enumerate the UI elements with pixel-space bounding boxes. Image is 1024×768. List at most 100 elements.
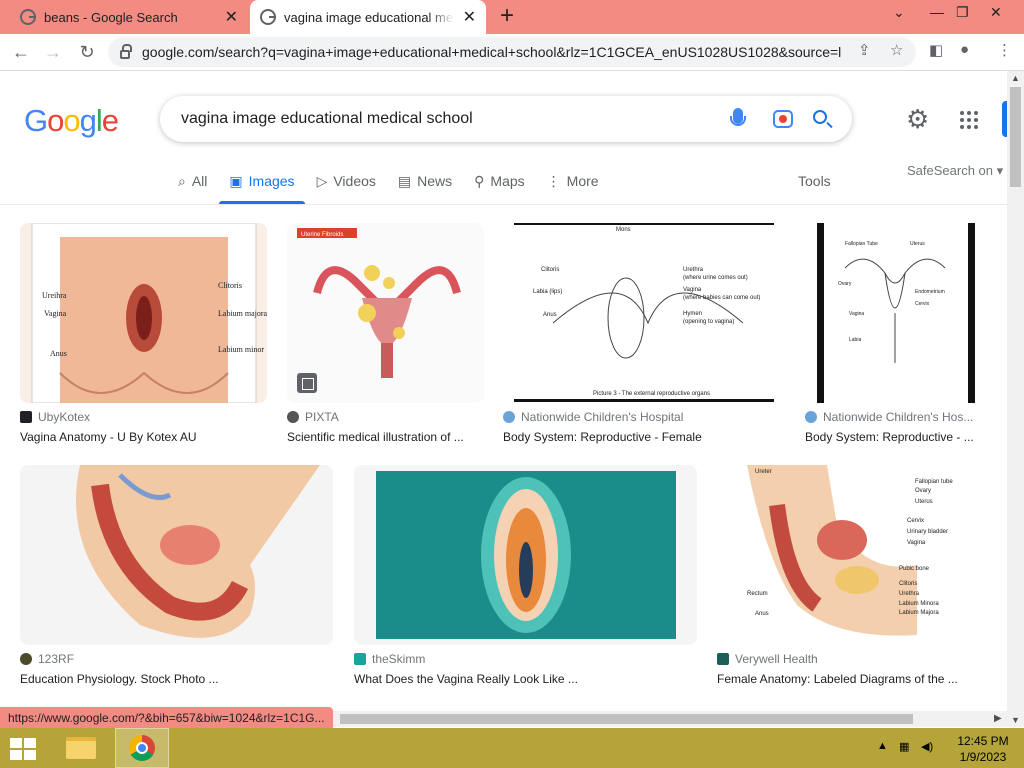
tab-all[interactable]: ⌕ All <box>178 166 207 196</box>
reload-icon[interactable]: ↻ <box>76 41 98 63</box>
svg-text:Vagina: Vagina <box>683 287 702 293</box>
windows-start-icon[interactable] <box>10 738 38 760</box>
svg-text:Labium Minora: Labium Minora <box>899 601 939 607</box>
browser-tab-beans[interactable]: beans - Google Search ✕ <box>10 0 248 34</box>
tools-button[interactable]: Tools <box>798 173 831 189</box>
image-result[interactable]: theSkimm What Does the Vagina Really Loo… <box>354 465 697 690</box>
result-caption[interactable]: Body System: Reproductive - ... <box>805 430 987 444</box>
svg-text:Uterus: Uterus <box>915 499 933 505</box>
svg-text:Mons: Mons <box>616 227 631 233</box>
image-result[interactable]: Ureihra Clitoris Vagina Labium majora La… <box>20 223 267 448</box>
image-result[interactable]: Ureter Fallopian tube Ovary Uterus Cervi… <box>717 465 987 690</box>
tab-videos[interactable]: ▷ Videos <box>317 166 376 196</box>
tab-search-chevron-icon[interactable]: ⌄ <box>893 4 905 21</box>
result-source[interactable]: theSkimm <box>354 652 425 666</box>
share-icon[interactable]: ⇪ <box>858 41 871 59</box>
svg-text:Cervix: Cervix <box>915 301 930 307</box>
restore-icon[interactable]: ❐ <box>956 4 969 21</box>
scroll-down-arrow-icon[interactable]: ▼ <box>1011 715 1020 725</box>
svg-text:Urinary bladder: Urinary bladder <box>907 529 948 535</box>
result-source[interactable]: Verywell Health <box>717 652 818 666</box>
result-thumbnail[interactable]: Fallopian Tube Uterus Ovary Endometrium … <box>805 223 987 403</box>
svg-text:Ureihra: Ureihra <box>42 291 67 300</box>
back-arrow-icon[interactable]: ← <box>10 41 32 63</box>
result-caption[interactable]: Education Physiology. Stock Photo ... <box>20 672 333 686</box>
result-caption[interactable]: What Does the Vagina Really Look Like ..… <box>354 672 697 686</box>
result-caption[interactable]: Vagina Anatomy - U By Kotex AU <box>20 430 267 444</box>
vertical-scrollbar[interactable]: ▲ ▼ <box>1007 71 1024 727</box>
result-thumbnail[interactable]: Mons Clitoris Labia (lips) Anus Urethra … <box>503 223 785 403</box>
svg-text:Cervix: Cervix <box>907 518 924 524</box>
system-clock[interactable]: 12:45 PM 1/9/2023 <box>948 733 1018 765</box>
horizontal-scroll-thumb[interactable] <box>340 714 913 724</box>
internal-anatomy-drawing: Fallopian Tube Uterus Ovary Endometrium … <box>817 223 975 403</box>
svg-text:Urethra: Urethra <box>683 267 704 273</box>
result-source[interactable]: UbyKotex <box>20 410 90 424</box>
image-result[interactable]: Fallopian Tube Uterus Ovary Endometrium … <box>805 223 987 448</box>
result-thumbnail[interactable]: Ureter Fallopian tube Ovary Uterus Cervi… <box>717 465 987 645</box>
tab-images[interactable]: ▣ Images <box>219 166 305 204</box>
network-icon[interactable]: ▦ <box>899 740 909 753</box>
tab-more[interactable]: ⋮ More <box>547 166 599 196</box>
more-vert-icon: ⋮ <box>546 172 561 189</box>
chrome-taskbar-button[interactable] <box>115 728 169 768</box>
search-query-text: vagina image educational medical school <box>181 110 473 127</box>
address-bar[interactable]: google.com/search?q=vagina+image+educati… <box>108 37 916 67</box>
result-source[interactable]: Nationwide Children's Hos... <box>805 410 973 424</box>
result-source[interactable]: 123RF <box>20 652 74 666</box>
svg-text:Endometrium: Endometrium <box>915 289 945 295</box>
new-tab-button[interactable]: + <box>500 4 514 28</box>
google-logo[interactable]: Google <box>24 103 119 139</box>
windows-taskbar: ▲ ▦ ◀) 12:45 PM 1/9/2023 <box>0 728 1024 768</box>
site-favicon-icon <box>503 411 515 423</box>
svg-text:(opening to vagina): (opening to vagina) <box>683 319 734 325</box>
side-panel-icon[interactable]: ◧ <box>929 41 943 59</box>
image-result[interactable]: Mons Clitoris Labia (lips) Anus Urethra … <box>503 223 785 448</box>
browser-tab-active[interactable]: vagina image educational medical school … <box>250 0 486 34</box>
file-explorer-button[interactable] <box>54 728 108 768</box>
search-type-tabs: ⌕ All ▣ Images ▷ Videos ▤ News ⚲ Maps ⋮ … <box>178 166 621 204</box>
site-favicon-icon <box>717 653 729 665</box>
svg-text:Hymen: Hymen <box>683 311 702 317</box>
result-thumbnail[interactable] <box>354 465 697 645</box>
svg-text:Vagina: Vagina <box>44 309 67 318</box>
browser-toolbar: ← → ↻ google.com/search?q=vagina+image+e… <box>0 34 1024 71</box>
bookmark-star-icon[interactable]: ☆ <box>890 41 903 59</box>
profile-avatar-icon[interactable]: ● <box>960 41 969 58</box>
close-window-icon[interactable]: ✕ <box>990 4 1002 21</box>
show-hidden-icons-icon[interactable]: ▲ <box>877 740 888 752</box>
tab-maps[interactable]: ⚲ Maps <box>474 166 525 196</box>
tab-news[interactable]: ▤ News <box>398 166 452 196</box>
result-thumbnail[interactable] <box>20 465 333 645</box>
video-icon: ▷ <box>316 172 328 189</box>
settings-gear-icon[interactable]: ⚙ <box>906 106 929 132</box>
minimize-icon[interactable]: — <box>930 4 944 20</box>
vertical-scroll-thumb[interactable] <box>1010 87 1021 187</box>
result-caption[interactable]: Scientific medical illustration of ... <box>287 430 484 444</box>
close-tab-icon[interactable]: ✕ <box>225 7 238 27</box>
image-icon: ▣ <box>229 172 243 189</box>
image-result[interactable]: Uterine Fibroids PIXTA Scientific medica… <box>287 223 484 448</box>
google-apps-grid-icon[interactable] <box>960 111 978 129</box>
result-caption[interactable]: Body System: Reproductive - Female <box>503 430 785 444</box>
forward-arrow-icon[interactable]: → <box>42 41 64 63</box>
image-result[interactable]: 123RF Education Physiology. Stock Photo … <box>20 465 333 690</box>
result-caption[interactable]: Female Anatomy: Labeled Diagrams of the … <box>717 672 987 686</box>
search-input[interactable]: vagina image educational medical school <box>160 96 852 142</box>
result-thumbnail[interactable]: Ureihra Clitoris Vagina Labium majora La… <box>20 223 267 403</box>
svg-text:Urethra: Urethra <box>899 591 920 597</box>
search-icon[interactable] <box>813 110 827 124</box>
svg-text:(where urine comes out): (where urine comes out) <box>683 275 748 281</box>
microphone-icon[interactable] <box>730 108 746 126</box>
google-lens-camera-icon[interactable] <box>773 110 793 128</box>
result-source[interactable]: PIXTA <box>287 410 339 424</box>
result-thumbnail[interactable]: Uterine Fibroids <box>287 223 484 403</box>
scroll-right-arrow-icon[interactable]: ▶ <box>994 713 1002 724</box>
scroll-up-arrow-icon[interactable]: ▲ <box>1011 73 1020 83</box>
chrome-menu-icon[interactable]: ⋮ <box>997 41 1012 59</box>
result-source[interactable]: Nationwide Children's Hospital <box>503 410 683 424</box>
volume-icon[interactable]: ◀) <box>921 740 933 753</box>
lock-icon[interactable] <box>120 43 132 59</box>
close-tab-icon[interactable]: ✕ <box>463 7 476 27</box>
safesearch-toggle[interactable]: SafeSearch on ▾ <box>907 163 1003 179</box>
